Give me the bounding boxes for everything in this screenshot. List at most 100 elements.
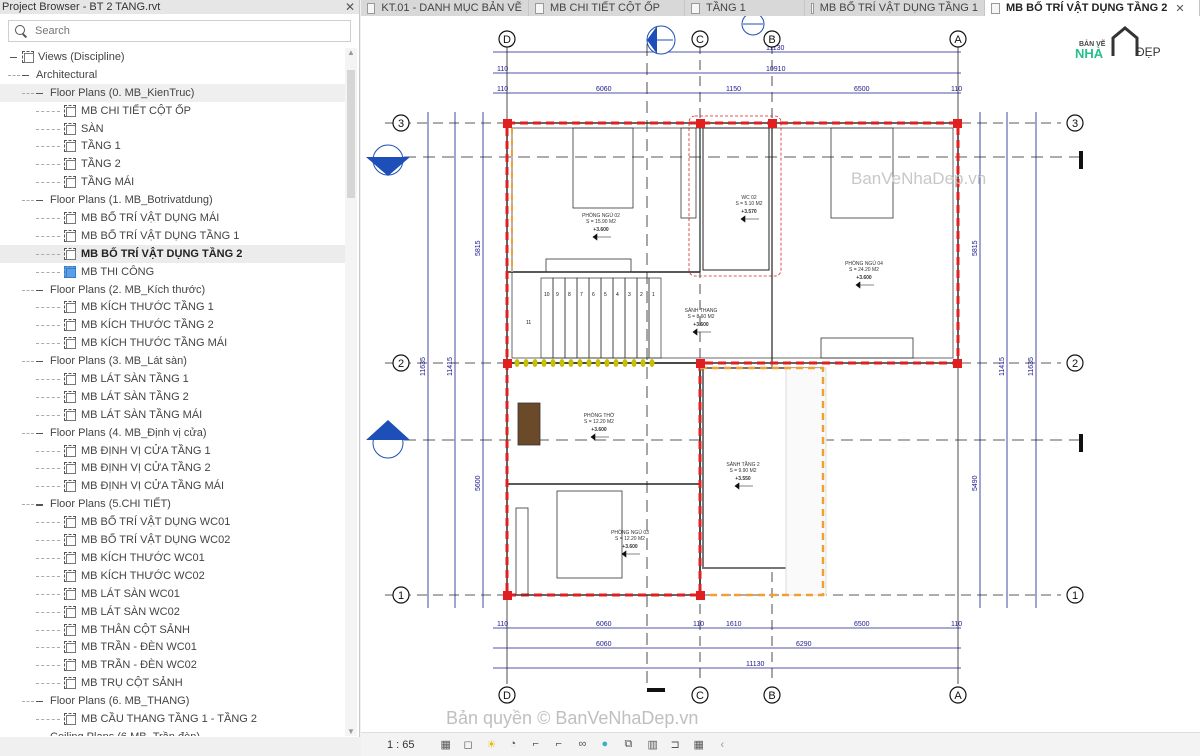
- tab-view[interactable]: KT.01 - DANH MỤC BẢN VẼ: [361, 0, 529, 16]
- tree-item[interactable]: MB BỐ TRÍ VẬT DỤNG WC01: [0, 513, 345, 531]
- tree-item[interactable]: MB LÁT SÀN TẦNG 2: [0, 388, 345, 406]
- tree-item[interactable]: MB KÍCH THƯỚC WC01: [0, 549, 345, 567]
- tree-item[interactable]: TẦNG MÁI: [0, 173, 345, 191]
- tree-label: MB KÍCH THƯỚC TẦNG MÁI: [81, 337, 228, 350]
- lock-3d-icon[interactable]: ⧉: [625, 738, 639, 752]
- tree-item[interactable]: MB ĐỊNH VỊ CỬA TẦNG MÁI: [0, 477, 345, 495]
- tree-group[interactable]: Floor Plans (1. MB_Botrivatdung): [0, 191, 345, 209]
- room-area: S = 5.10 M2: [735, 201, 762, 207]
- collapse-icon[interactable]: [36, 361, 43, 363]
- tree-item[interactable]: MB LÁT SÀN WC01: [0, 585, 345, 603]
- crop-view-icon[interactable]: ⌐: [533, 738, 547, 752]
- collapse-icon[interactable]: [36, 92, 43, 95]
- close-icon[interactable]: ✕: [345, 0, 355, 14]
- tree-group[interactable]: Floor Plans (5.CHI TIẾT): [0, 495, 345, 513]
- tab-view[interactable]: MB BỐ TRÍ VẬT DỤNG TẦNG 2 ✕: [985, 0, 1200, 16]
- tree-item[interactable]: MB LÁT SÀN TẦNG 1: [0, 370, 345, 388]
- scroll-down-icon[interactable]: ▼: [347, 727, 355, 736]
- tree-item[interactable]: MB KÍCH THƯỚC TẦNG 2: [0, 316, 345, 334]
- tab-view[interactable]: MB BỐ TRÍ VẬT DỤNG TẦNG 1: [805, 0, 985, 16]
- scroll-up-icon[interactable]: ▲: [347, 48, 355, 57]
- room-name: PHÒNG NGỦ 03: [611, 529, 649, 536]
- collapse-icon[interactable]: [36, 289, 43, 291]
- stair-tread: [648, 277, 662, 359]
- tree-item[interactable]: TẦNG 2: [0, 155, 345, 173]
- reveal-hidden-icon[interactable]: ●: [602, 738, 616, 752]
- room-level: +3.600: [693, 322, 709, 328]
- stair-tread: [612, 277, 626, 359]
- temporary-hide-icon[interactable]: ∞: [579, 738, 593, 752]
- detail-level-icon[interactable]: ▦: [441, 738, 455, 752]
- scrollbar[interactable]: ▲ ▼: [345, 48, 357, 736]
- highlight-displacement-icon[interactable]: ⊐: [671, 738, 685, 752]
- tree-item[interactable]: MB BỐ TRÍ VẬT DỤNG TẦNG 2: [0, 244, 345, 263]
- tree-item[interactable]: MB TRẦN - ĐÈN WC02: [0, 656, 345, 674]
- drawing-canvas[interactable]: 11130 10910 110 110 6060 1150 6500 110 1…: [361, 16, 1200, 732]
- tree-label: Floor Plans (5.CHI TIẾT): [50, 498, 171, 511]
- collapse-icon[interactable]: [36, 504, 43, 506]
- view-scale[interactable]: 1 : 65: [387, 739, 415, 751]
- collapse-icon[interactable]: [36, 200, 43, 202]
- tree-group[interactable]: Floor Plans (6. MB_THANG): [0, 692, 345, 710]
- tree-group[interactable]: Floor Plans (3. MB_Lát sàn): [0, 352, 345, 370]
- tree-item[interactable]: MB KÍCH THƯỚC TẦNG 1: [0, 298, 345, 316]
- tree-label: Floor Plans (0. MB_KienTruc): [50, 86, 195, 99]
- tree-item[interactable]: SÀN: [0, 120, 345, 138]
- room-level: +3.550: [735, 476, 751, 482]
- collapse-icon[interactable]: [36, 432, 43, 434]
- room-area: S = 15.90 M2: [586, 219, 616, 225]
- tab-view[interactable]: MB CHI TIẾT CỘT ỐP: [529, 0, 685, 16]
- tree-item[interactable]: MB CẦU THANG TẦNG 1 - TẦNG 2: [0, 710, 345, 728]
- tree-connector: [36, 665, 60, 667]
- stair-tread: [576, 277, 590, 359]
- search-input[interactable]: [35, 25, 335, 37]
- tree-label: MB ĐỊNH VỊ CỬA TẦNG 1: [81, 444, 211, 457]
- collapse-icon[interactable]: [10, 57, 17, 59]
- reveal-constraints-icon[interactable]: ▦: [694, 738, 708, 752]
- tree-group[interactable]: Architectural: [0, 66, 345, 84]
- tree-group[interactable]: Views (Discipline): [0, 48, 345, 66]
- scroll-thumb[interactable]: [347, 70, 355, 198]
- tree-item[interactable]: MB THI CÔNG: [0, 263, 345, 281]
- grid-label: D: [503, 690, 511, 702]
- tree-item[interactable]: MB BỐ TRÍ VẬT DỤNG TẦNG 1: [0, 227, 345, 245]
- tree-group[interactable]: Floor Plans (0. MB_KienTruc): [0, 83, 345, 102]
- analytical-model-icon[interactable]: ▥: [648, 738, 662, 752]
- show-crop-icon[interactable]: ⌐: [556, 738, 570, 752]
- tree-item[interactable]: MB CHI TIẾT CỘT ỐP: [0, 102, 345, 120]
- tree-group[interactable]: Floor Plans (4. MB_Định vị cửa): [0, 424, 345, 442]
- floor-plan-view-icon: [64, 480, 76, 493]
- tree-item[interactable]: MB TRỤ CỘT SẢNH: [0, 674, 345, 692]
- tree-connector: [36, 110, 60, 112]
- search-box[interactable]: [8, 20, 351, 42]
- tree-group[interactable]: Ceiling Plans (6.MB_Trần đèn): [0, 728, 345, 736]
- shadows-icon[interactable]: ◔: [510, 738, 524, 752]
- chevron-left-icon[interactable]: ‹: [721, 739, 725, 751]
- visual-style-icon[interactable]: ◻: [464, 738, 478, 752]
- dim-overall: 10910: [766, 66, 786, 73]
- collapse-icon[interactable]: [22, 74, 29, 77]
- tree-item[interactable]: MB KÍCH THƯỚC WC02: [0, 567, 345, 585]
- tree-item[interactable]: MB ĐỊNH VỊ CỬA TẦNG 1: [0, 442, 345, 460]
- tree-item[interactable]: MB BỐ TRÍ VẬT DỤNG MÁI: [0, 209, 345, 227]
- sun-path-icon[interactable]: ☀: [487, 738, 501, 752]
- stair-step-number: 7: [580, 292, 583, 298]
- railing-post: [532, 359, 538, 367]
- tree-item[interactable]: MB THÂN CỘT SẢNH: [0, 621, 345, 639]
- tab-view[interactable]: TẦNG 1: [685, 0, 805, 16]
- tree-item[interactable]: MB TRẦN - ĐÈN WC01: [0, 638, 345, 656]
- level-arrow: [621, 550, 640, 558]
- collapse-icon[interactable]: [36, 701, 43, 703]
- floor-plan[interactable]: 11130 10910 110 110 6060 1150 6500 110 1…: [361, 16, 1200, 732]
- tree-item[interactable]: MB BỐ TRÍ VẬT DỤNG WC02: [0, 531, 345, 549]
- tree-item[interactable]: MB LÁT SÀN TẦNG MÁI: [0, 406, 345, 424]
- close-tab-icon[interactable]: ✕: [1175, 2, 1184, 15]
- floor-plan-view-icon: [64, 229, 76, 242]
- tree-group[interactable]: Floor Plans (2. MB_Kích thước): [0, 281, 345, 299]
- tree-item[interactable]: MB ĐỊNH VỊ CỬA TẦNG 2: [0, 459, 345, 477]
- tree-item[interactable]: MB LÁT SÀN WC02: [0, 603, 345, 621]
- project-browser: Project Browser - BT 2 TANG.rvt ✕ Views …: [0, 0, 360, 756]
- room-name: SẢNH TẦNG 2: [726, 461, 759, 468]
- tree-item[interactable]: MB KÍCH THƯỚC TẦNG MÁI: [0, 334, 345, 352]
- tree-item[interactable]: TẦNG 1: [0, 137, 345, 155]
